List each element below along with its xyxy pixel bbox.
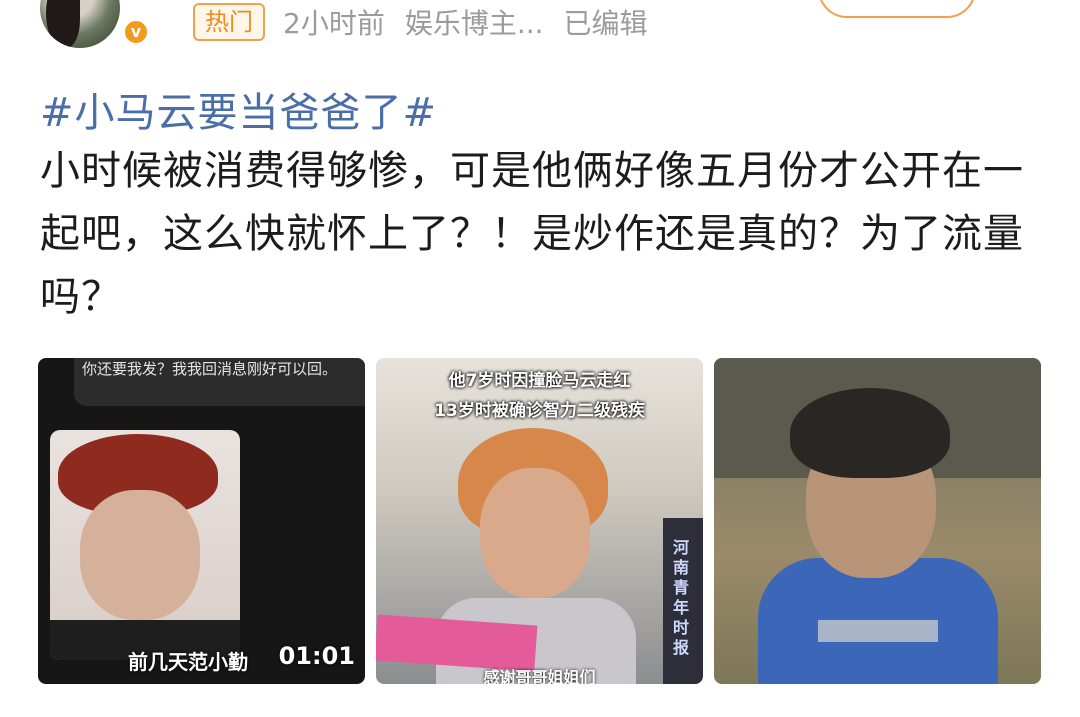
chat-bubble-text: 你还要我发？我我回消息刚好可以回。 bbox=[74, 358, 365, 406]
author-tag: 娱乐博主... bbox=[404, 7, 544, 40]
sweater-stripe bbox=[818, 620, 938, 642]
video-caption: 前几天范小勤 bbox=[128, 650, 248, 674]
post-meta: 热门 2小时前 娱乐博主... 已编辑 bbox=[193, 2, 648, 42]
video-duration: 01:01 bbox=[278, 642, 355, 670]
post-image-3[interactable] bbox=[714, 358, 1041, 684]
avatar-hair bbox=[46, 0, 80, 48]
hot-badge: 热门 bbox=[193, 3, 265, 41]
photo-face bbox=[80, 490, 200, 620]
post-text: 小时候被消费得够惨，可是他俩好像五月份才公开在一起吧，这么快就怀上了？！是炒作还… bbox=[40, 148, 1024, 320]
caption-top-line-2: 13岁时被确诊智力二级残疾 bbox=[434, 401, 645, 421]
caption-top-line-1: 他7岁时因撞脸马云走红 bbox=[448, 371, 631, 391]
edited-label: 已编辑 bbox=[563, 7, 648, 40]
hashtag-link[interactable]: #小马云要当爸爸了# bbox=[40, 80, 437, 138]
post-image-1[interactable]: 你还要我发？我我回消息刚好可以回。 前几天范小勤 01:01 bbox=[38, 358, 365, 684]
boy-face bbox=[480, 468, 590, 598]
post-time: 2小时前 bbox=[283, 7, 385, 40]
selfie-photo bbox=[50, 430, 240, 660]
child-hair bbox=[790, 388, 950, 478]
pink-banner bbox=[376, 614, 538, 672]
watermark-text: 河南青年时报 bbox=[673, 538, 690, 657]
verified-badge-icon: v bbox=[122, 18, 150, 46]
follow-button[interactable] bbox=[818, 0, 976, 18]
caption-bottom: 感谢哥哥姐姐们 bbox=[483, 668, 596, 684]
author-avatar[interactable] bbox=[40, 0, 120, 48]
post-image-2[interactable]: 河南青年时报 他7岁时因撞脸马云走红 13岁时被确诊智力二级残疾 感谢哥哥姐姐们 bbox=[376, 358, 703, 684]
